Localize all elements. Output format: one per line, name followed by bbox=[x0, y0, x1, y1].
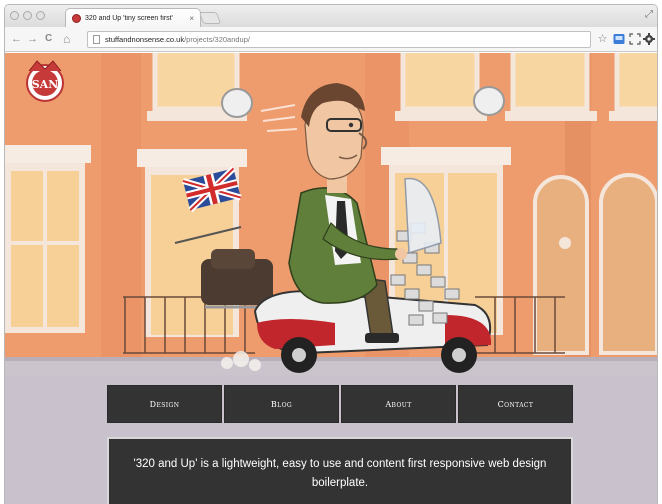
settings-icon[interactable] bbox=[641, 31, 656, 46]
intro-panel: '320 and Up' is a lightweight, easy to u… bbox=[107, 437, 573, 504]
browser-toolbar: ← → C ⌂ stuffandnonsense.co.uk/projects/… bbox=[5, 27, 657, 52]
window-controls bbox=[10, 11, 45, 20]
bookmark-star-icon[interactable]: ☆ bbox=[595, 31, 610, 46]
main-navigation: Design Blog About Contact bbox=[107, 385, 573, 423]
logo-text: SAN bbox=[32, 78, 59, 91]
url-text: stuffandnonsense.co.uk/projects/320andup… bbox=[105, 35, 250, 44]
favicon-icon bbox=[72, 13, 81, 23]
url-domain: stuffandnonsense.co.uk bbox=[105, 35, 185, 44]
nav-about[interactable]: About bbox=[341, 385, 456, 423]
nav-blog[interactable]: Blog bbox=[224, 385, 339, 423]
home-button[interactable]: ⌂ bbox=[63, 32, 70, 46]
screen-capture-icon[interactable] bbox=[627, 31, 642, 46]
extension-icon[interactable] bbox=[611, 31, 626, 46]
forward-button[interactable]: → bbox=[27, 32, 38, 46]
new-tab-button[interactable] bbox=[198, 12, 222, 24]
fullscreen-icon[interactable]: ⤢ bbox=[645, 9, 653, 20]
back-button[interactable]: ← bbox=[11, 32, 22, 46]
webpage: SAN Design Blog About Contact '320 and U… bbox=[5, 53, 657, 504]
reload-button[interactable]: C bbox=[45, 32, 52, 46]
browser-window: 320 and Up 'tiny screen first' × ⤢ ← → C… bbox=[4, 4, 658, 504]
intro-text: '320 and Up' is a lightweight, easy to u… bbox=[133, 458, 547, 489]
site-logo[interactable]: SAN bbox=[23, 59, 67, 103]
nav-contact[interactable]: Contact bbox=[458, 385, 573, 423]
minimize-window-button[interactable] bbox=[23, 11, 32, 20]
maximize-window-button[interactable] bbox=[36, 11, 45, 20]
nav-design[interactable]: Design bbox=[107, 385, 222, 423]
tab-close-icon[interactable]: × bbox=[189, 14, 194, 23]
tab-strip: 320 and Up 'tiny screen first' × ⤢ bbox=[5, 5, 657, 27]
close-window-button[interactable] bbox=[10, 11, 19, 20]
url-path: /projects/320andup/ bbox=[184, 35, 250, 44]
page-icon bbox=[93, 35, 100, 44]
hero-illustration bbox=[5, 53, 657, 375]
tab-title: 320 and Up 'tiny screen first' bbox=[85, 14, 173, 22]
browser-tab[interactable]: 320 and Up 'tiny screen first' × bbox=[65, 8, 201, 27]
address-bar[interactable]: stuffandnonsense.co.uk/projects/320andup… bbox=[87, 31, 591, 48]
